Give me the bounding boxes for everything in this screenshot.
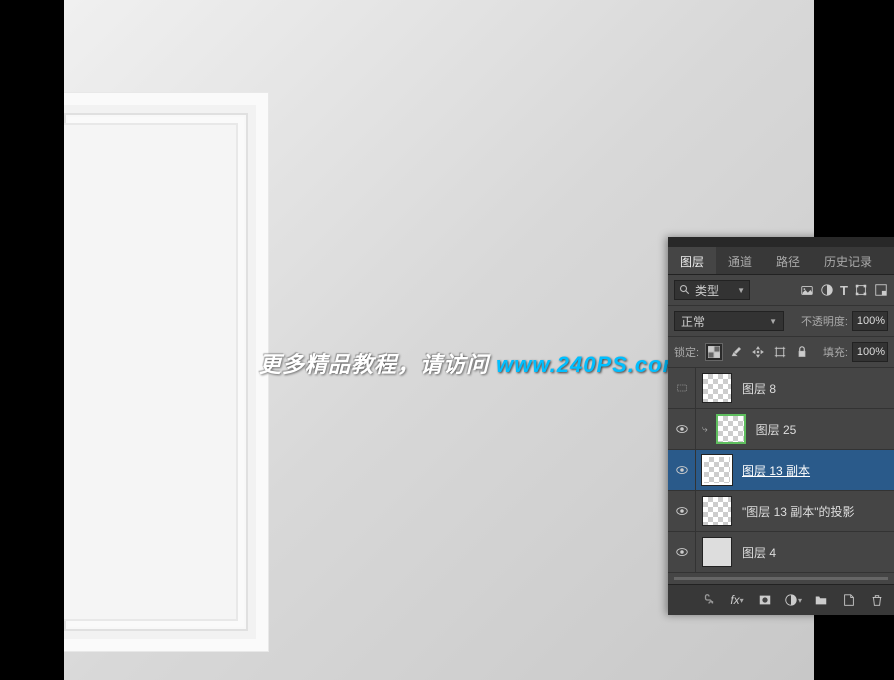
layer-style-button[interactable]: fx▾ bbox=[728, 591, 746, 609]
layer-name[interactable]: 图层 8 bbox=[738, 380, 776, 397]
delete-layer-button[interactable] bbox=[868, 591, 886, 609]
blend-row: 正常 ▼ 不透明度: 100% bbox=[668, 306, 894, 337]
layer-row[interactable]: 图层 8 bbox=[668, 368, 894, 409]
blend-mode-value: 正常 bbox=[681, 313, 705, 330]
eye-icon bbox=[675, 422, 689, 436]
fx-icon: fx bbox=[730, 593, 739, 607]
layer-row[interactable]: ⤷ 图层 25 bbox=[668, 409, 894, 450]
visibility-toggle[interactable] bbox=[668, 409, 696, 449]
layer-mask-button[interactable] bbox=[756, 591, 774, 609]
lock-pixels-button[interactable] bbox=[727, 343, 745, 361]
layer-name[interactable]: 图层 25 bbox=[752, 421, 797, 438]
layer-name[interactable]: "图层 13 副本"的投影 bbox=[738, 503, 855, 520]
link-layers-button[interactable] bbox=[700, 591, 718, 609]
watermark-text: 更多精品教程，请访问 bbox=[259, 352, 496, 377]
filter-smart-icon[interactable] bbox=[874, 283, 888, 297]
checker-icon bbox=[708, 346, 720, 358]
layer-thumbnail[interactable] bbox=[702, 373, 732, 403]
move-icon bbox=[752, 346, 764, 358]
visibility-toggle[interactable] bbox=[668, 532, 696, 572]
visibility-toggle[interactable] bbox=[668, 491, 696, 531]
filter-row: 类型 ▼ T bbox=[668, 275, 894, 306]
eye-off-icon bbox=[676, 382, 688, 394]
opacity-label: 不透明度: bbox=[801, 313, 848, 329]
picture-frame bbox=[64, 92, 269, 652]
lock-transparency-button[interactable] bbox=[705, 343, 723, 361]
layer-thumbnail[interactable] bbox=[702, 496, 732, 526]
layer-thumbnail[interactable] bbox=[702, 537, 732, 567]
search-icon bbox=[679, 284, 691, 296]
lock-row: 锁定: 填充: 100% bbox=[668, 337, 894, 368]
tab-channels[interactable]: 通道 bbox=[716, 247, 764, 274]
watermark: 更多精品教程，请访问 www.240PS.com bbox=[259, 347, 683, 379]
mask-icon bbox=[758, 593, 772, 607]
lock-artboard-button[interactable] bbox=[771, 343, 789, 361]
adjustment-layer-button[interactable]: ▾ bbox=[784, 591, 802, 609]
layer-thumbnail[interactable] bbox=[716, 414, 746, 444]
new-icon bbox=[842, 593, 856, 607]
watermark-url: www.240PS.com bbox=[496, 352, 683, 377]
layer-name[interactable]: 图层 13 副本 bbox=[738, 462, 810, 479]
fill-label: 填充: bbox=[823, 344, 848, 360]
lock-all-button[interactable] bbox=[793, 343, 811, 361]
layer-thumbnail[interactable] bbox=[702, 455, 732, 485]
lock-label: 锁定: bbox=[674, 344, 699, 360]
lock-icon bbox=[796, 346, 808, 358]
layer-row[interactable]: 图层 4 bbox=[668, 532, 894, 573]
folder-icon bbox=[814, 593, 828, 607]
scroll-hint bbox=[674, 577, 888, 580]
visibility-toggle[interactable] bbox=[668, 368, 696, 408]
fill-input[interactable]: 100% bbox=[852, 342, 888, 362]
panel-footer: fx▾ ▾ bbox=[668, 584, 894, 615]
brush-icon bbox=[730, 346, 742, 358]
panel-handle[interactable] bbox=[668, 237, 894, 247]
eye-icon bbox=[675, 545, 689, 559]
opacity-input[interactable]: 100% bbox=[852, 311, 888, 331]
new-group-button[interactable] bbox=[812, 591, 830, 609]
chevron-down-icon: ▼ bbox=[769, 317, 777, 326]
lock-position-button[interactable] bbox=[749, 343, 767, 361]
layer-name[interactable]: 图层 4 bbox=[738, 544, 776, 561]
layer-list: 图层 8 ⤷ 图层 25 图层 13 副本 bbox=[668, 368, 894, 584]
eye-icon bbox=[675, 463, 689, 477]
clip-indicator: ⤷ bbox=[702, 424, 708, 435]
tab-history[interactable]: 历史记录 bbox=[812, 247, 884, 274]
adjust-icon bbox=[784, 593, 798, 607]
eye-icon bbox=[675, 504, 689, 518]
tab-paths[interactable]: 路径 bbox=[764, 247, 812, 274]
blend-mode-select[interactable]: 正常 ▼ bbox=[674, 311, 784, 331]
layer-row[interactable]: "图层 13 副本"的投影 bbox=[668, 491, 894, 532]
frame-icon bbox=[774, 346, 786, 358]
layer-row[interactable]: 图层 13 副本 bbox=[668, 450, 894, 491]
filter-text-icon[interactable]: T bbox=[840, 283, 848, 298]
filter-adjust-icon[interactable] bbox=[820, 283, 834, 297]
link-icon bbox=[702, 593, 716, 607]
trash-icon bbox=[870, 593, 884, 607]
layer-filter-kind[interactable]: 类型 ▼ bbox=[674, 280, 750, 300]
visibility-toggle[interactable] bbox=[668, 450, 696, 490]
kind-label: 类型 bbox=[695, 282, 719, 299]
filter-pixel-icon[interactable] bbox=[800, 283, 814, 297]
tab-layers[interactable]: 图层 bbox=[668, 247, 716, 274]
filter-shape-icon[interactable] bbox=[854, 283, 868, 297]
new-layer-button[interactable] bbox=[840, 591, 858, 609]
layers-panel: 图层 通道 路径 历史记录 类型 ▼ T 正常 ▼ 不透明度: 100% 锁定: bbox=[668, 237, 894, 615]
chevron-down-icon: ▼ bbox=[737, 286, 745, 295]
panel-tabs: 图层 通道 路径 历史记录 bbox=[668, 247, 894, 275]
